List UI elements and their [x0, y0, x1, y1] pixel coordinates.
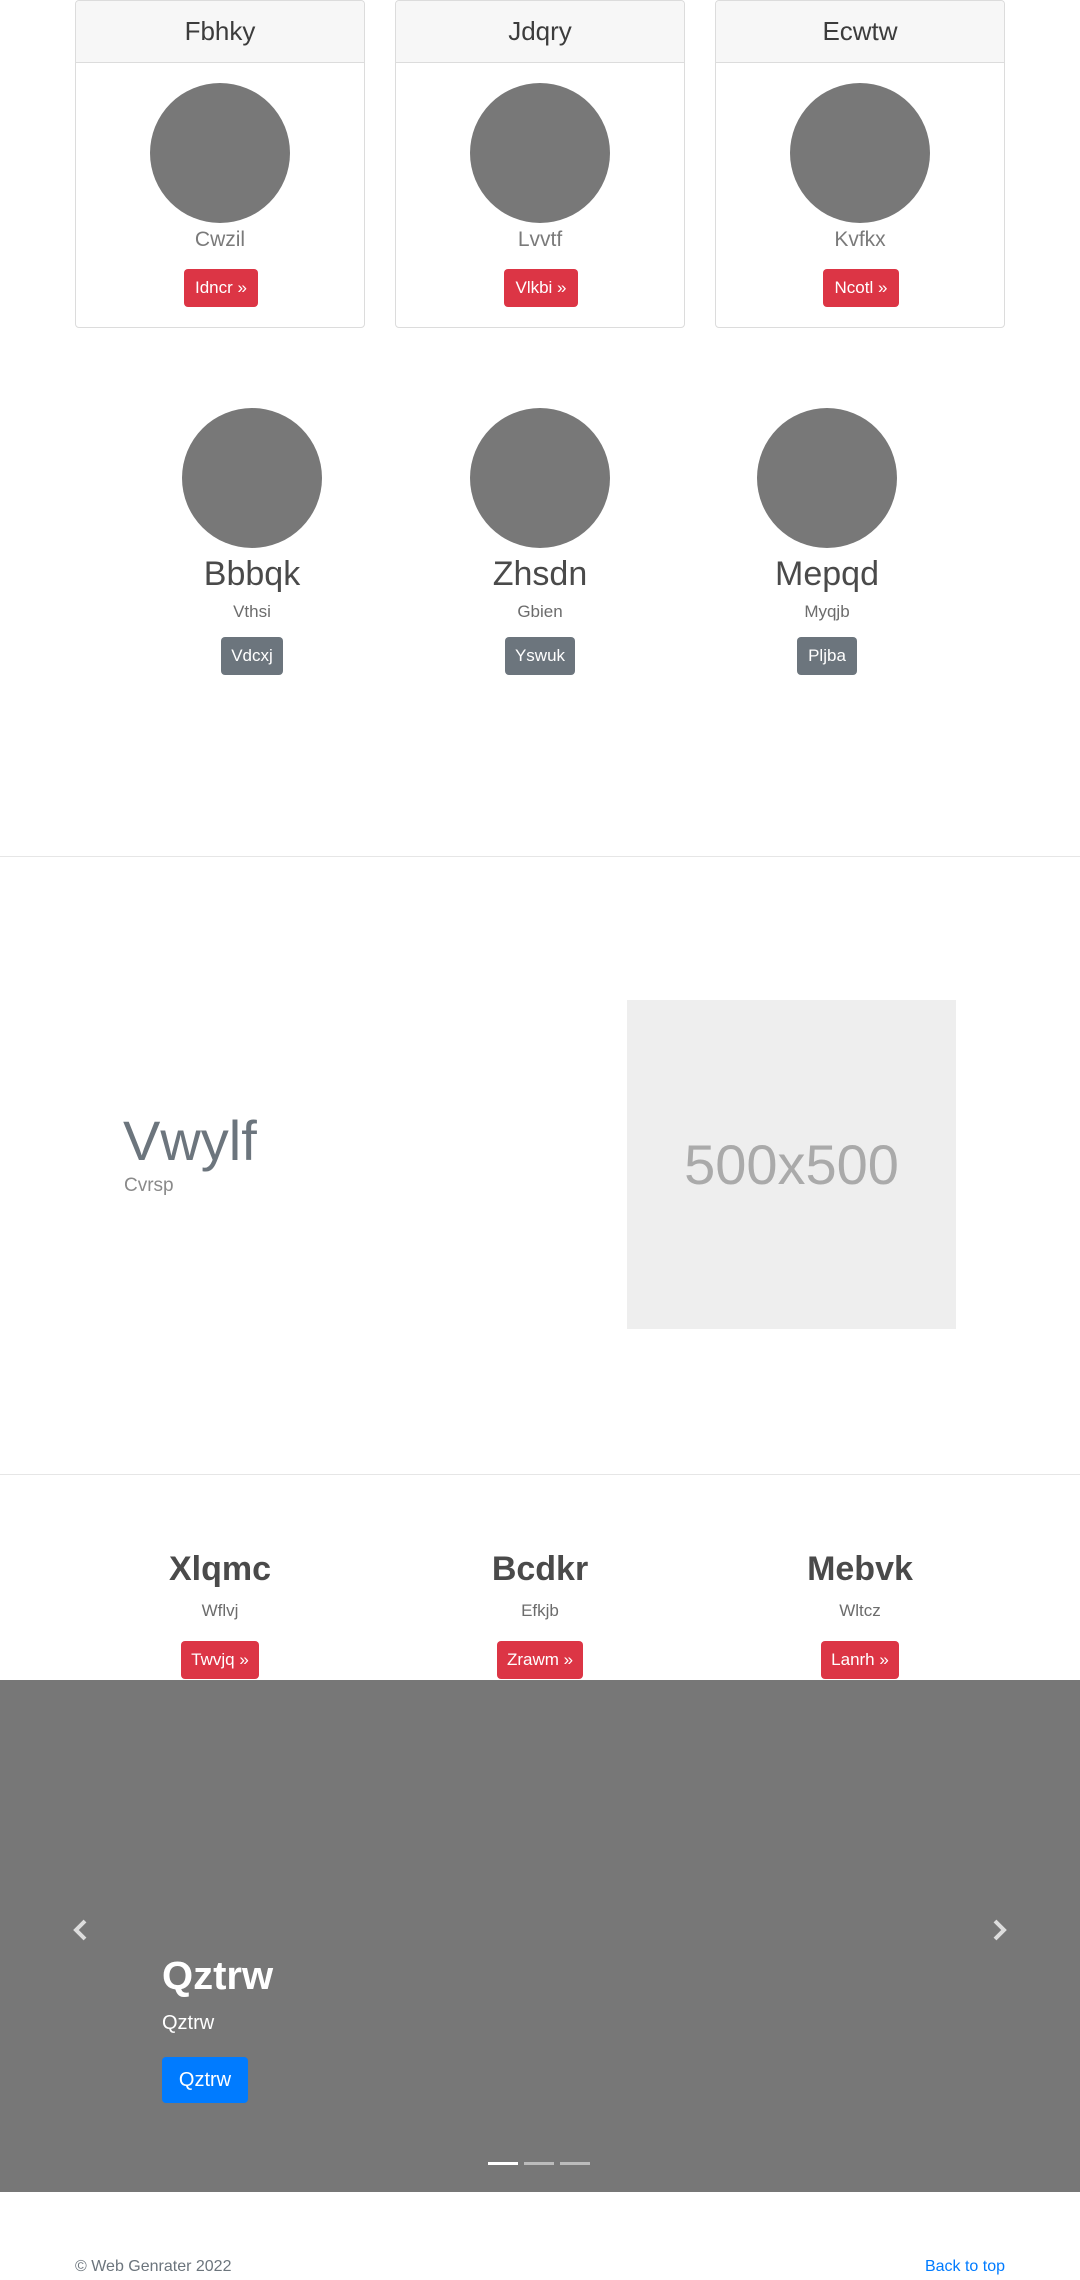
card-image [150, 83, 290, 223]
card: Ecwtw Kvfkx Ncotl » [715, 0, 1005, 328]
column-text: Efkjb [521, 1601, 559, 1620]
member-name: Zhsdn [492, 555, 588, 593]
column-text: Wflvj [201, 1601, 239, 1620]
avatar [182, 408, 322, 548]
carousel-indicators [488, 2162, 590, 2165]
member-role: Myqjb [804, 602, 850, 621]
column-button[interactable]: Twvjq » [181, 1641, 259, 1679]
carousel: Qztrw Qztrw Qztrw [0, 1680, 1080, 2192]
carousel-indicator[interactable] [560, 2162, 590, 2165]
column-title: Bcdkr [491, 1550, 589, 1588]
card: Fbhky Cwzil Idncr » [75, 0, 365, 328]
avatar [470, 408, 610, 548]
member-name: Bbbqk [203, 555, 301, 593]
column: Mebvk Wltcz Lanrh » [740, 1550, 980, 1679]
card-button[interactable]: Idncr » [184, 269, 258, 307]
column-button[interactable]: Zrawm » [497, 1641, 583, 1679]
member-button[interactable]: Pljba [797, 637, 857, 675]
card-text: Lvvtf [517, 228, 563, 251]
team-member: Bbbqk Vthsi Vdcxj [152, 408, 352, 675]
carousel-caption-title: Qztrw [162, 1954, 274, 1998]
carousel-caption-text: Qztrw [162, 2012, 215, 2034]
card-title: Ecwtw [716, 1, 1004, 63]
team-member: Mepqd Myqjb Pljba [727, 408, 927, 675]
member-button[interactable]: Yswuk [505, 637, 575, 675]
member-role: Gbien [517, 602, 563, 621]
team-member: Zhsdn Gbien Yswuk [440, 408, 640, 675]
card-button[interactable]: Ncotl » [823, 269, 899, 307]
card-button[interactable]: Vlkbi » [504, 269, 578, 307]
back-to-top-link[interactable]: Back to top [925, 2258, 1005, 2276]
section-divider [0, 1474, 1080, 1475]
column-title: Mebvk [807, 1550, 913, 1588]
column: Xlqmc Wflvj Twvjq » [100, 1550, 340, 1679]
member-name: Mepqd [775, 555, 879, 593]
member-button[interactable]: Vdcxj [221, 637, 283, 675]
section-divider [0, 856, 1080, 857]
footer-copyright: © Web Genrater 2022 [75, 2258, 232, 2275]
column-title: Xlqmc [168, 1550, 272, 1588]
column-button[interactable]: Lanrh » [821, 1641, 899, 1679]
card-title: Jdqry [396, 1, 684, 63]
card-image [470, 83, 610, 223]
column-text: Wltcz [839, 1601, 881, 1620]
card-title: Fbhky [76, 1, 364, 63]
avatar [757, 408, 897, 548]
chevron-left-icon[interactable] [66, 1915, 96, 1945]
card: Jdqry Lvvtf Vlkbi » [395, 0, 685, 328]
card-image [790, 83, 930, 223]
carousel-caption-button[interactable]: Qztrw [162, 2057, 248, 2103]
feature-image-placeholder: 500x500 [627, 1000, 956, 1329]
chevron-right-icon[interactable] [984, 1915, 1014, 1945]
carousel-indicator[interactable] [488, 2162, 518, 2165]
feature-heading: Vwylf [123, 1109, 257, 1172]
member-role: Vthsi [233, 602, 271, 621]
card-text: Cwzil [194, 228, 246, 251]
cards-section: Fbhky Cwzil Idncr » Jdqry Lvvtf Vlkbi » … [0, 0, 1080, 330]
feature-subheading: Cvrsp [124, 1175, 174, 1196]
column: Bcdkr Efkjb Zrawm » [420, 1550, 660, 1679]
card-text: Kvfkx [834, 228, 886, 251]
carousel-indicator[interactable] [524, 2162, 554, 2165]
